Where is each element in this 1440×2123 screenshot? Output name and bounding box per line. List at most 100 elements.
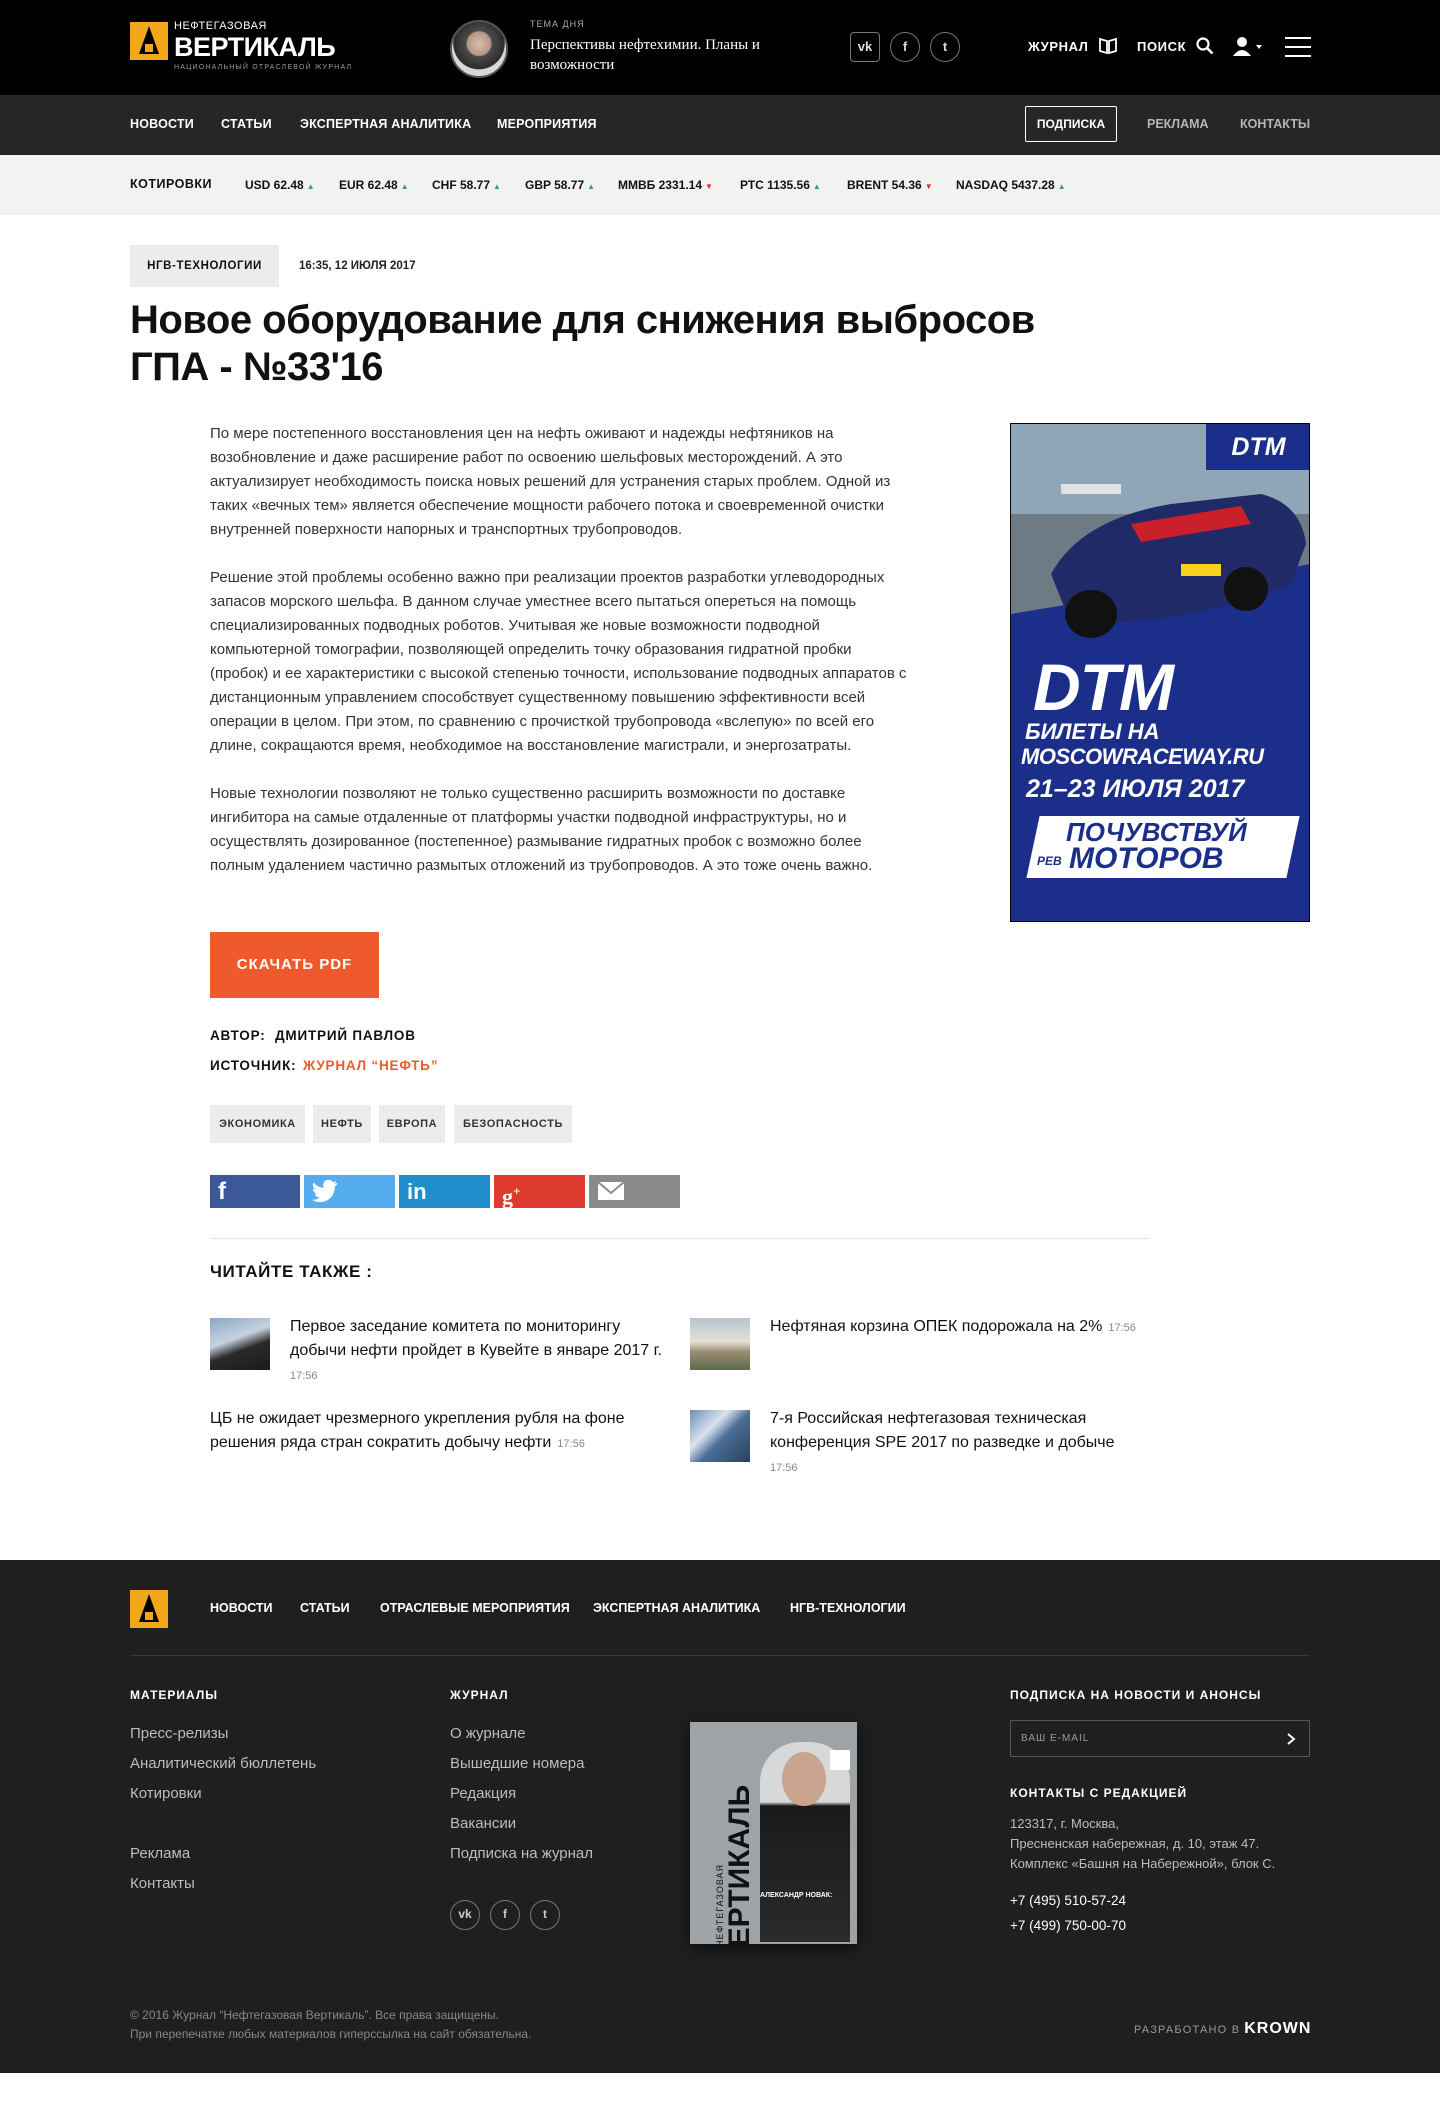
footer-link-vacancies[interactable]: Вакансии: [450, 1815, 516, 1832]
related-link[interactable]: Первое заседание комитета по мониторингу…: [290, 1315, 675, 1363]
tag-europe[interactable]: ЕВРОПА: [379, 1105, 445, 1143]
footer-link-contacts[interactable]: Контакты: [130, 1875, 195, 1892]
tag-economy[interactable]: ЭКОНОМИКА: [210, 1105, 305, 1143]
share-googleplus-button[interactable]: g+: [494, 1175, 585, 1210]
chevron-right-icon[interactable]: [1285, 1732, 1297, 1746]
footer-divider: [130, 1655, 1310, 1656]
tag-safety[interactable]: БЕЗОПАСНОСТЬ: [454, 1105, 572, 1143]
author-name[interactable]: ДМИТРИЙ ПАВЛОВ: [275, 1028, 416, 1043]
tag-oil[interactable]: НЕФТЬ: [313, 1105, 371, 1143]
journal-link[interactable]: ЖУРНАЛ: [1028, 39, 1089, 54]
footer-link-editorial[interactable]: Редакция: [450, 1785, 516, 1802]
nav-events[interactable]: МЕРОПРИЯТИЯ: [497, 117, 597, 131]
ad-slogan-small: РЕВ: [1037, 854, 1062, 868]
share-linkedin-button[interactable]: in: [399, 1175, 490, 1208]
ad-banner[interactable]: DTM DTM БИЛЕТЫ НА MOSCOWRACEWAY.RU 21–23…: [1010, 423, 1310, 922]
footer-vk-icon[interactable]: vk: [450, 1900, 480, 1930]
quote-micex[interactable]: ММВБ 2331.14 ▼: [618, 178, 713, 192]
phone-link[interactable]: +7 (499) 750-00-70: [1010, 1918, 1126, 1933]
quotes-bar: [0, 155, 1440, 215]
quote-nasdaq[interactable]: NASDAQ 5437.28 ▲: [956, 178, 1066, 192]
quote-chf[interactable]: CHF 58.77 ▲: [432, 178, 501, 192]
article-paragraph: По мере постепенного восстановления цен …: [210, 425, 891, 538]
user-icon[interactable]: [1233, 36, 1265, 56]
quote-gbp[interactable]: GBP 58.77 ▲: [525, 178, 595, 192]
vk-icon[interactable]: vk: [850, 32, 880, 62]
related-thumbnail[interactable]: [690, 1318, 750, 1370]
magazine-title: ВЕРТИКАЛЬ: [723, 1784, 756, 1944]
facebook-icon[interactable]: f: [890, 32, 920, 62]
nav-analytics[interactable]: ЭКСПЕРТНАЯ АНАЛИТИКА: [300, 117, 471, 131]
email-icon: [597, 1181, 625, 1200]
source-link[interactable]: ЖУРНАЛ “НЕФТЬ”: [303, 1058, 438, 1073]
footer-link-issues[interactable]: Вышедшие номера: [450, 1755, 584, 1772]
ad-brand: DTM: [1206, 424, 1309, 470]
footer-link-bulletin[interactable]: Аналитический бюллетень: [130, 1755, 316, 1772]
search-link[interactable]: ПОИСК: [1137, 39, 1186, 54]
footer-facebook-icon[interactable]: f: [490, 1900, 520, 1930]
arrow-down-icon: ▼: [924, 182, 933, 191]
footer-link-press[interactable]: Пресс-релизы: [130, 1725, 228, 1742]
related-thumbnail[interactable]: [210, 1318, 270, 1370]
download-pdf-button[interactable]: СКАЧАТЬ PDF: [210, 932, 379, 998]
quotes-title[interactable]: КОТИРОВКИ: [130, 177, 212, 191]
quote-brent[interactable]: BRENT 54.36 ▼: [847, 178, 933, 192]
footer-nav-analytics[interactable]: ЭКСПЕРТНАЯ АНАЛИТИКА: [593, 1601, 760, 1615]
footer-link-about[interactable]: О журнале: [450, 1725, 525, 1742]
theme-link[interactable]: Перспективы нефтехимии. Планы и возможно…: [530, 35, 760, 75]
category-tag[interactable]: НГВ-ТЕХНОЛОГИИ: [130, 245, 279, 287]
nav-articles[interactable]: СТАТЬИ: [221, 117, 272, 131]
google-plus-icon: g+: [502, 1184, 521, 1210]
footer-nav-tech[interactable]: НГВ-ТЕХНОЛОГИИ: [790, 1601, 906, 1615]
logo-small-text[interactable]: НЕФТЕГАЗОВАЯ: [174, 20, 267, 32]
related-time: 17:56: [290, 1370, 318, 1382]
search-icon[interactable]: [1196, 37, 1214, 55]
email-field[interactable]: ВАШ E-MAIL: [1010, 1720, 1310, 1757]
menu-burger-icon[interactable]: [1285, 37, 1311, 57]
nav-news[interactable]: НОВОСТИ: [130, 117, 194, 131]
developer-logo[interactable]: KROWN: [1244, 2020, 1311, 2037]
magazine-cover[interactable]: НЕФТЕГАЗОВАЯ ВЕРТИКАЛЬ АЛЕКСАНДР НОВАК:: [690, 1722, 857, 1944]
developer-credit[interactable]: РАЗРАБОТАНО В KROWN: [1134, 2020, 1311, 2038]
book-icon[interactable]: [1098, 37, 1118, 55]
twitter-icon[interactable]: t: [930, 32, 960, 62]
nav-contacts[interactable]: КОНТАКТЫ: [1240, 117, 1310, 131]
theme-avatar[interactable]: [450, 20, 508, 78]
logo-icon[interactable]: [130, 22, 168, 60]
related-link[interactable]: ЦБ не ожидает чрезмерного укрепления руб…: [210, 1407, 640, 1456]
logo-subtitle: НАЦИОНАЛЬНЫЙ ОТРАСЛЕВОЙ ЖУРНАЛ: [174, 64, 353, 71]
address-line: Комплекс «Башня на Набережной», блок С.: [1010, 1856, 1276, 1871]
quote-rts[interactable]: РТС 1135.56 ▲: [740, 178, 821, 192]
footer-nav-events[interactable]: ОТРАСЛЕВЫЕ МЕРОПРИЯТИЯ: [380, 1601, 570, 1615]
footer-link-subscribe[interactable]: Подписка на журнал: [450, 1845, 593, 1862]
footer-twitter-icon[interactable]: t: [530, 1900, 560, 1930]
theme-label: ТЕМА ДНЯ: [530, 19, 585, 29]
share-facebook-button[interactable]: f: [210, 1175, 300, 1208]
ad-dates: 21–23 ИЮЛЯ 2017: [1026, 775, 1245, 803]
footer-link-ads[interactable]: Реклама: [130, 1845, 190, 1862]
footer-link-quotes[interactable]: Котировки: [130, 1785, 202, 1802]
related-time: 17:56: [557, 1438, 585, 1450]
subscribe-button[interactable]: ПОДПИСКА: [1025, 106, 1117, 142]
arrow-up-icon: ▲: [400, 182, 409, 191]
twitter-icon: [312, 1179, 338, 1203]
related-link[interactable]: Нефтяная корзина ОПЕК подорожала на 2% 17…: [770, 1315, 1155, 1340]
main-nav: [0, 95, 1440, 155]
footer-nav-articles[interactable]: СТАТЬИ: [300, 1601, 350, 1615]
phone-link[interactable]: +7 (495) 510-57-24: [1010, 1893, 1126, 1908]
footer-nav-news[interactable]: НОВОСТИ: [210, 1601, 273, 1615]
related-title: ЧИТАЙТЕ ТАКЖЕ :: [210, 1262, 373, 1281]
share-twitter-button[interactable]: [304, 1175, 395, 1208]
share-email-button[interactable]: [589, 1175, 680, 1208]
related-link[interactable]: 7-я Российская нефтегазовая техническая …: [770, 1407, 1155, 1455]
logo-title[interactable]: ВЕРТИКАЛЬ: [174, 32, 336, 63]
nav-ads[interactable]: РЕКЛАМА: [1147, 117, 1209, 131]
arrow-up-icon: ▲: [1057, 182, 1066, 191]
related-thumbnail[interactable]: [690, 1410, 750, 1462]
article-paragraph: Новые технологии позволяют не только сущ…: [210, 785, 873, 874]
ad-slogan2: МОТОРОВ: [1069, 842, 1224, 875]
quote-usd[interactable]: USD 62.48 ▲: [245, 178, 315, 192]
quote-eur[interactable]: EUR 62.48 ▲: [339, 178, 409, 192]
footer-logo-icon[interactable]: [130, 1590, 168, 1628]
article-paragraph: Решение этой проблемы особенно важно при…: [210, 569, 907, 754]
